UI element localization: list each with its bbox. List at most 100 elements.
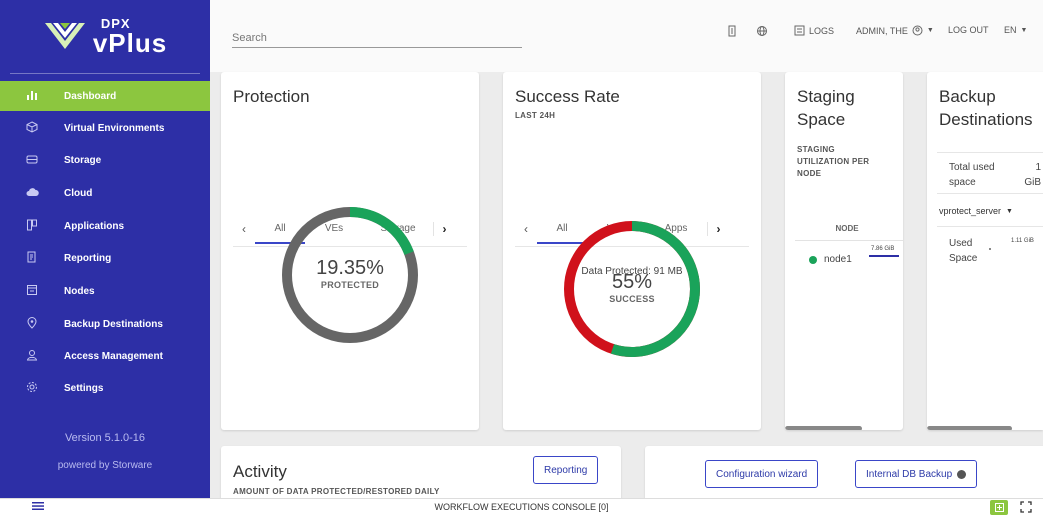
sidebar-item-storage[interactable]: Storage [0, 145, 210, 175]
configuration-wizard-button[interactable]: Configuration wizard [705, 460, 819, 488]
node-name: node1 [824, 254, 852, 265]
logout-button[interactable]: LOG OUT [948, 25, 989, 35]
node-value: 7.86 GiB [871, 246, 895, 252]
storage-icon [0, 153, 64, 168]
cloud-icon [0, 186, 64, 200]
sidebar-item-label: Access Management [64, 350, 163, 362]
total-used-value-1: 1 [1035, 162, 1041, 173]
sidebar-item-reporting[interactable]: Reporting [0, 243, 210, 273]
sidebar-item-label: Backup Destinations [64, 318, 163, 330]
success-label: SUCCESS [609, 294, 655, 304]
sidebar-item-label: Virtual Environments [64, 122, 165, 134]
actions-card: Configuration wizard Internal DB Backup [645, 446, 1043, 506]
user-name: ADMIN, THE [856, 25, 908, 36]
workflow-console-toggle[interactable]: WORKFLOW EXECUTIONS CONSOLE [0] [0, 502, 1043, 512]
sidebar-item-backup-destinations[interactable]: Backup Destinations [0, 309, 210, 339]
used-space-label-1: Used [949, 238, 973, 249]
search-input[interactable] [232, 28, 522, 48]
total-used-value-2: GiB [1024, 177, 1041, 188]
report-icon[interactable] [728, 25, 738, 37]
sidebar-item-cloud[interactable]: Cloud [0, 178, 210, 208]
expand-icon [994, 503, 1004, 512]
internal-db-backup-label: Internal DB Backup [866, 468, 953, 480]
apps-icon [0, 219, 64, 234]
status-dot-icon [957, 469, 967, 479]
sidebar-item-nodes[interactable]: Nodes [0, 276, 210, 306]
staging-subtitle-1: STAGING [797, 145, 835, 154]
protection-percent: 19.35% [316, 257, 384, 279]
user-menu[interactable]: ADMIN, THE ▼ [856, 25, 934, 36]
horizontal-scrollbar[interactable] [785, 426, 862, 430]
horizontal-scrollbar[interactable] [927, 426, 1012, 430]
logs-button[interactable]: LOGS [794, 25, 834, 36]
chevron-down-icon: ▼ [1020, 26, 1028, 34]
internal-db-backup-button[interactable]: Internal DB Backup [855, 460, 978, 488]
nodes-icon [0, 284, 64, 299]
protection-label: PROTECTED [320, 280, 380, 290]
node-status-dot [809, 255, 817, 264]
sidebar: DPX vPlus Dashboard Virtual Environments… [0, 0, 210, 498]
staging-title-line1: Staging [797, 87, 855, 106]
logs-label: LOGS [809, 25, 835, 36]
used-space-label-2: Space [949, 253, 978, 264]
sidebar-item-label: Dashboard [64, 90, 117, 102]
top-header: LOGS ADMIN, THE ▼ LOG OUT EN ▼ [210, 0, 1043, 72]
total-used-label-1: Total used [949, 162, 995, 173]
node-usage-bar [869, 255, 899, 257]
chevron-left-icon[interactable]: ‹ [233, 222, 255, 236]
logo-divider [10, 73, 200, 74]
sidebar-item-dashboard[interactable]: Dashboard [0, 81, 210, 111]
sidebar-item-label: Nodes [64, 285, 95, 297]
chevron-right-icon[interactable]: › [707, 222, 729, 236]
used-space-value: 1.11 GiB [1011, 238, 1034, 244]
staging-subtitle-2: UTILIZATION PER [797, 157, 870, 166]
chevron-down-icon: ▼ [926, 27, 934, 34]
logout-label: LOG OUT [948, 25, 989, 35]
chart-icon [0, 89, 64, 104]
sidebar-item-label: Cloud [64, 187, 93, 199]
language-label: EN [1004, 25, 1017, 35]
bottom-bar: WORKFLOW EXECUTIONS CONSOLE [0] [0, 498, 1043, 516]
chevron-down-icon: ▼ [1006, 207, 1013, 215]
success-rate-card: Success Rate LAST 24H ‹ All VEs Apps › D… [503, 72, 761, 430]
success-title: Success Rate [515, 87, 620, 106]
powered-by-text: powered by Storware [57, 460, 153, 471]
cube-icon [0, 120, 64, 136]
sidebar-item-label: Applications [64, 220, 125, 232]
activity-subtitle: AMOUNT OF DATA PROTECTED/RESTORED DAILY [233, 487, 440, 496]
activity-title: Activity [233, 462, 287, 481]
sidebar-item-settings[interactable]: Settings [0, 373, 210, 403]
sidebar-item-access-management[interactable]: Access Management [0, 341, 210, 371]
user-icon [0, 349, 64, 364]
globe-icon[interactable] [756, 25, 768, 37]
sidebar-item-label: Reporting [64, 252, 112, 264]
user-avatar-icon [912, 25, 923, 36]
protection-card: Protection ‹ All VEs Storage › 19.35% PR… [221, 72, 479, 430]
chevron-right-icon[interactable]: › [433, 222, 455, 236]
logo[interactable]: DPX vPlus [0, 0, 210, 72]
sidebar-item-virtual-environments[interactable]: Virtual Environments [0, 113, 210, 143]
staging-subtitle-3: NODE [797, 169, 822, 178]
vplus-logo-icon [44, 23, 85, 49]
staging-title-line2: Space [797, 109, 846, 129]
sidebar-item-label: Storage [64, 154, 102, 166]
node-row[interactable]: node1 [809, 254, 852, 265]
expand-console-button[interactable] [990, 500, 1008, 515]
staging-space-card: Staging Space STAGING UTILIZATION PER NO… [785, 72, 903, 430]
logs-icon [794, 25, 805, 36]
server-name: vprotect_server [939, 206, 1002, 216]
sidebar-item-applications[interactable]: Applications [0, 211, 210, 241]
logo-big-text: vPlus [92, 27, 168, 58]
language-select[interactable]: EN ▼ [1004, 25, 1027, 35]
backup-destinations-card: Backup Destinations Total used space 1 G… [927, 72, 1043, 430]
fullscreen-icon[interactable] [1020, 501, 1032, 515]
used-space-bar [989, 248, 991, 250]
protection-title: Protection [233, 87, 310, 106]
chevron-left-icon[interactable]: ‹ [515, 222, 537, 236]
total-used-label-2: space [949, 177, 976, 188]
server-select[interactable]: vprotect_server ▼ [939, 206, 1013, 216]
success-subtitle: LAST 24H [515, 111, 556, 120]
version-text: Version 5.1.0-16 [64, 432, 146, 444]
reporting-button[interactable]: Reporting [533, 456, 599, 484]
gear-icon [0, 381, 64, 396]
